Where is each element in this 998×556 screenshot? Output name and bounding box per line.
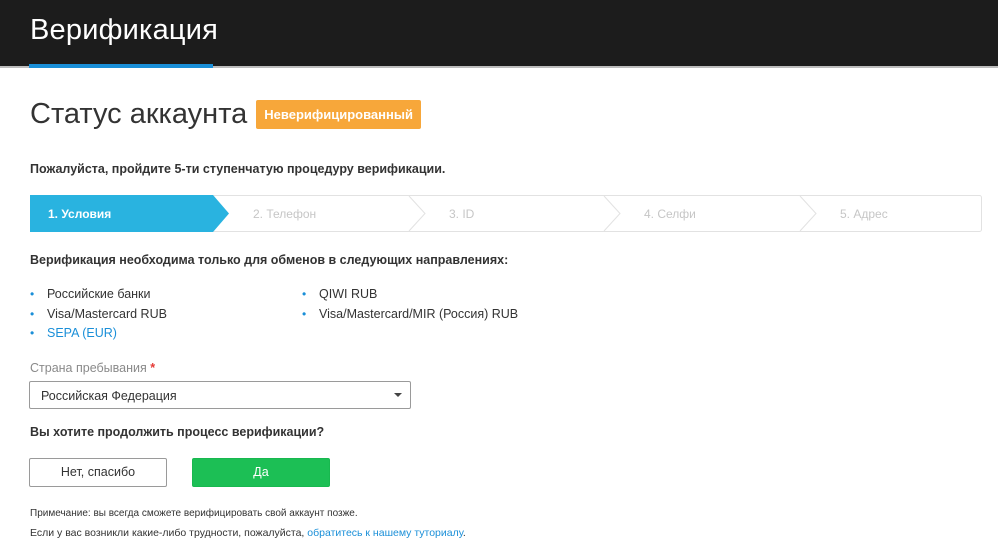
tutorial-link[interactable]: обратитесь к нашему туториалу [307,527,463,539]
list-item: • Visa/Mastercard RUB [30,305,167,325]
list-item-link[interactable]: • SEPA (EUR) [30,324,167,344]
bullet-icon: • [302,287,307,301]
list-item: • Visa/Mastercard/MIR (Россия) RUB [302,305,518,325]
step-5-address: 5. Адрес [840,207,888,221]
verification-steps: 1. Условия 2. Телефон 3. ID 4. Селфи 5. … [30,195,982,232]
continue-question: Вы хотите продолжить процесс верификации… [30,425,325,439]
top-bar: Верификация [0,0,998,68]
account-status: Статус аккаунта Неверифицированный [30,98,421,131]
bullet-icon: • [30,306,35,321]
step-3-id: 3. ID [449,207,475,221]
directions-list-right: • QIWI RUB • Visa/Mastercard/MIR (Россия) … [302,285,518,324]
page-title: Верификация [30,14,219,46]
requirements-title: Верификация необходима только для обмено… [30,253,509,267]
title-underline [29,64,213,68]
directions-list-left: • Российские банки • Visa/Mastercard RUB •… [30,285,167,344]
chevron-down-icon [394,393,402,397]
country-select[interactable]: Российская Федерация [29,381,411,409]
help-text: Если у вас возникли какие-либо трудности… [30,527,466,539]
note-text: Примечание: вы всегда сможете верифициро… [30,508,358,519]
required-asterisk: * [150,361,156,375]
country-label: Страна пребывания * [30,361,156,375]
list-item: • Российские банки [30,285,167,305]
no-thanks-button[interactable]: Нет, спасибо [29,458,167,487]
status-badge: Неверифицированный [256,100,421,129]
intro-text: Пожалуйста, пройдите 5-ти ступенчатую пр… [30,162,446,176]
country-select-value: Российская Федерация [41,389,177,403]
bullet-icon: • [30,287,35,301]
step-1-terms: 1. Условия [48,207,112,221]
step-4-selfie: 4. Селфи [644,207,696,221]
bullet-icon: • [30,326,35,340]
account-status-label: Статус аккаунта [30,98,248,130]
yes-button[interactable]: Да [192,458,330,487]
step-2-phone: 2. Телефон [253,207,317,221]
bullet-icon: • [302,306,307,321]
list-item: • QIWI RUB [302,285,518,305]
